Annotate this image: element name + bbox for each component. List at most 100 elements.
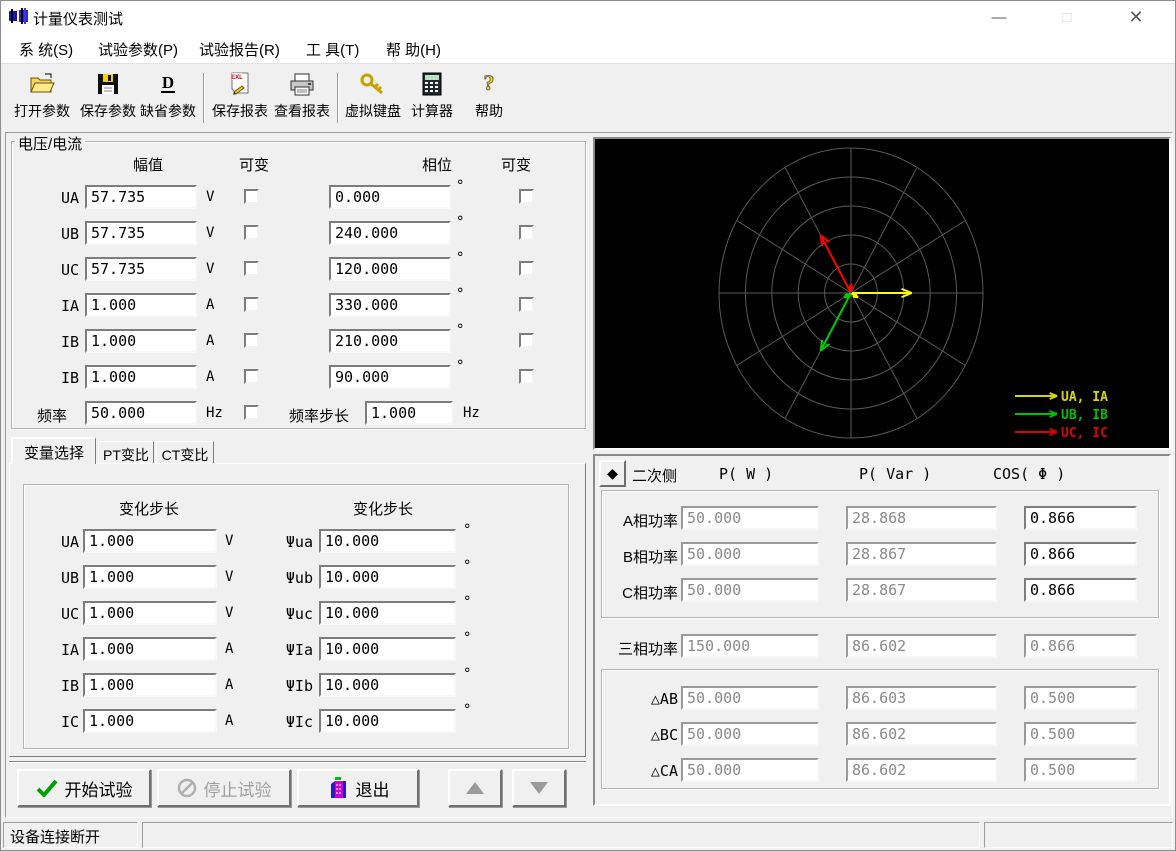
tab-variable-select[interactable]: 变量选择 [11,437,96,464]
ua-phase-variable-checkbox[interactable] [519,189,534,204]
uc-amplitude-variable-checkbox[interactable] [244,261,259,276]
ia-phase-degree: ° [456,286,464,302]
minimize-button[interactable]: — [976,1,1022,33]
ia-phase-input[interactable] [329,293,451,317]
ub-step-input[interactable] [83,565,217,589]
view-report-button[interactable]: 查看报表 [269,69,335,127]
ic-phase-degree: ° [456,358,464,374]
ia-unit: A [206,297,214,313]
ia-amplitude-input[interactable] [85,293,197,317]
virtual-keyboard-button[interactable]: 虚拟键盘 [340,69,406,127]
frequency-input[interactable] [85,401,197,425]
phase-a-power-label: A相功率 [608,510,678,531]
cos-phi-header: COS( Φ ) [993,465,1065,483]
ic-amplitude-input[interactable] [85,365,197,389]
save-floppy-icon [96,69,120,99]
default-params-button[interactable]: D 缺省参数 [135,69,201,127]
ic-phase-variable-checkbox[interactable] [519,369,534,384]
calculator-icon [422,69,442,99]
psi-ib-degree: ° [463,666,471,682]
ub-phase-variable-checkbox[interactable] [519,225,534,240]
device-status-section: 设备连接断开 [3,822,138,848]
psi-uc-label: Ψuc [263,605,313,623]
psi-uc-step-input[interactable] [319,601,456,625]
phasor-diagram: UA, IAUB, IBUC, IC [593,137,1171,450]
ic-phase-input[interactable] [329,365,451,389]
frequency-step-input[interactable] [365,401,453,425]
ia-phase-variable-checkbox[interactable] [519,297,534,312]
menu-bar: 系 统(S) 试验参数(P) 试验报告(R) 工 具(T) 帮 助(H) [1,33,1175,64]
uc-label: UC [31,261,79,279]
menu-test-report[interactable]: 试验报告(R) [199,39,280,60]
phase-c-q-value [846,578,997,602]
down-arrow-icon [530,782,548,794]
uc-phase-input[interactable] [329,257,451,281]
key-icon [360,69,386,99]
delta-ca-cos-value [1024,758,1137,782]
psi-ub-step-input[interactable] [319,565,456,589]
uc-step-input[interactable] [83,601,217,625]
phase-a-cos-value [1024,506,1137,530]
help-button[interactable]: ? 帮助 [463,69,515,127]
menu-system[interactable]: 系 统(S) [19,39,73,60]
scroll-down-button[interactable] [512,769,566,807]
psi-ua-label: Ψua [263,533,313,551]
tab-ct-ratio[interactable]: CT变比 [156,441,214,464]
psi-ua-step-input[interactable] [319,529,456,553]
open-params-button[interactable]: 打开参数 [9,69,75,127]
three-phase-cos-value [1024,634,1137,658]
ub-amplitude-variable-checkbox[interactable] [244,225,259,240]
default-params-d-icon: D [156,69,180,99]
menu-help[interactable]: 帮 助(H) [386,39,441,60]
ua-phase-degree: ° [456,178,464,194]
menu-test-params[interactable]: 试验参数(P) [98,39,178,60]
ic-step-input[interactable] [83,709,217,733]
start-test-button[interactable]: 开始试验 [17,769,151,807]
ic-amplitude-variable-checkbox[interactable] [244,369,259,384]
uc-step-unit: V [225,605,233,621]
psi-uc-degree: ° [463,594,471,610]
frequency-variable-checkbox[interactable] [244,405,259,420]
save-params-button[interactable]: 保存参数 [75,69,141,127]
svg-text:EXL: EXL [231,75,243,81]
phase-c-cos-value [1024,578,1137,602]
ia-amplitude-variable-checkbox[interactable] [244,297,259,312]
maximize-button[interactable]: □ [1044,1,1090,33]
psi-ia-degree: ° [463,630,471,646]
exit-button[interactable]: 退出 [297,769,419,807]
green-check-icon [36,779,58,797]
ub-amplitude-input[interactable] [85,221,197,245]
ua-step-label: UA [29,533,79,551]
ub-phase-input[interactable] [329,221,451,245]
ua-amplitude-variable-checkbox[interactable] [244,189,259,204]
ib-amplitude-input[interactable] [85,329,197,353]
ib-phase-input[interactable] [329,329,451,353]
ib-amplitude-variable-checkbox[interactable] [244,333,259,348]
close-button[interactable]: ✕ [1113,1,1159,33]
ua-phase-input[interactable] [329,185,451,209]
ia-step-input[interactable] [83,637,217,661]
menu-tools[interactable]: 工 具(T) [306,39,359,60]
ib-step-input[interactable] [83,673,217,697]
ic-step-unit: A [225,713,233,729]
save-report-button[interactable]: EXL 保存报表 [207,69,273,127]
excel-report-icon: EXL [228,69,252,99]
svg-text:D: D [162,73,174,92]
side-toggle-button[interactable]: ◆ [599,460,626,487]
frequency-label: 频率 [37,405,67,426]
uc-amplitude-input[interactable] [85,257,197,281]
psi-ic-step-input[interactable] [319,709,456,733]
ua-step-input[interactable] [83,529,217,553]
tab-pt-ratio[interactable]: PT变比 [98,441,154,464]
uc-step-label: UC [29,605,79,623]
ic-label: IB [31,369,79,387]
ua-amplitude-input[interactable] [85,185,197,209]
ib-phase-variable-checkbox[interactable] [519,333,534,348]
psi-ia-step-input[interactable] [319,637,456,661]
scroll-up-button[interactable] [448,769,502,807]
calculator-button[interactable]: 计算器 [403,69,461,127]
button-row-separator [9,761,586,763]
psi-ib-step-input[interactable] [319,673,456,697]
uc-phase-variable-checkbox[interactable] [519,261,534,276]
delta-ab-cos-value [1024,686,1137,710]
